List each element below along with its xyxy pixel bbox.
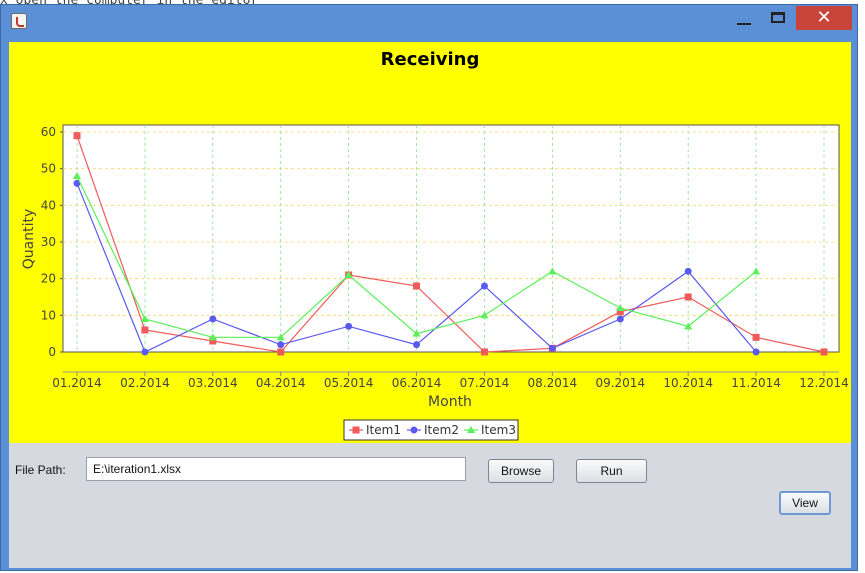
data-point-item1 <box>752 333 760 341</box>
data-point-item2 <box>684 267 692 275</box>
legend-marker-item1 <box>352 426 360 434</box>
x-tick-label: 08.2014 <box>528 376 578 390</box>
data-point-item2 <box>345 322 353 330</box>
chart-legend: Item1 Item2 Item3 <box>343 419 519 441</box>
receiving-chart: Receiving 0 10 20 30 40 50 60 01.2014 02.2014 03.… <box>21 49 849 441</box>
x-tick-label: 01.2014 <box>52 376 102 390</box>
x-tick-label: 12.2014 <box>799 376 849 390</box>
data-point-item2 <box>209 315 217 323</box>
file-path-label: File Path: <box>15 463 66 477</box>
data-point-item1 <box>684 293 692 301</box>
run-button[interactable]: Run <box>576 459 647 483</box>
x-tick-label: 11.2014 <box>731 376 781 390</box>
title-bar[interactable]: ✕ <box>1 5 857 39</box>
x-tick-label: 06.2014 <box>392 376 442 390</box>
data-point-item1 <box>820 348 828 356</box>
data-point-item1 <box>73 132 81 140</box>
y-tick-label: 40 <box>41 198 56 212</box>
data-point-item2 <box>277 341 285 349</box>
data-point-item2 <box>480 282 488 290</box>
legend-label-item2: Item2 <box>424 423 459 437</box>
minimize-icon <box>737 23 751 25</box>
chart-title: Receiving <box>381 49 480 70</box>
x-tick-label: 04.2014 <box>256 376 306 390</box>
x-tick-label: 07.2014 <box>460 376 510 390</box>
y-tick-label: 60 <box>41 125 56 139</box>
x-tick-label: 03.2014 <box>188 376 238 390</box>
data-point-item1 <box>480 348 488 356</box>
chart-panel: Receiving 0 10 20 30 40 50 60 01.2014 02.2014 03.… <box>9 42 851 443</box>
x-tick-label: 05.2014 <box>324 376 374 390</box>
x-axis-label: Month <box>428 394 472 410</box>
y-tick-label: 20 <box>41 272 56 286</box>
data-point-item2 <box>413 341 421 349</box>
legend-label-item3: Item3 <box>481 423 516 437</box>
y-tick-label: 10 <box>41 308 56 322</box>
close-button[interactable]: ✕ <box>796 6 852 30</box>
x-tick-label: 10.2014 <box>663 376 713 390</box>
maximize-icon <box>771 12 785 23</box>
browse-button[interactable]: Browse <box>488 459 554 483</box>
y-tick-label: 50 <box>41 162 56 176</box>
data-point-item2 <box>616 315 624 323</box>
file-path-input[interactable] <box>86 457 466 481</box>
client-area: Receiving 0 10 20 30 40 50 60 01.2014 02.2014 03.… <box>9 42 851 568</box>
y-axis-label: Quantity <box>21 209 37 270</box>
data-point-item1 <box>413 282 421 290</box>
legend-label-item1: Item1 <box>366 423 401 437</box>
view-button[interactable]: View <box>779 491 831 515</box>
minimize-button[interactable] <box>729 6 759 32</box>
data-point-item2 <box>141 348 149 356</box>
maximize-button[interactable] <box>763 6 793 32</box>
data-point-item2 <box>548 344 556 352</box>
data-point-item1 <box>141 326 149 334</box>
y-tick-label: 0 <box>48 345 56 359</box>
control-panel: File Path: Browse Run View <box>9 443 851 568</box>
y-tick-label: 30 <box>41 235 56 249</box>
data-point-item2 <box>752 348 760 356</box>
legend-marker-item2 <box>410 426 418 434</box>
java-app-icon <box>11 13 27 29</box>
app-window: ✕ Receiving 0 10 20 30 40 50 60 01.2014 02.2014 0… <box>0 4 858 571</box>
x-tick-label: 02.2014 <box>120 376 170 390</box>
x-tick-label: 09.2014 <box>595 376 645 390</box>
data-point-item1 <box>277 348 285 356</box>
